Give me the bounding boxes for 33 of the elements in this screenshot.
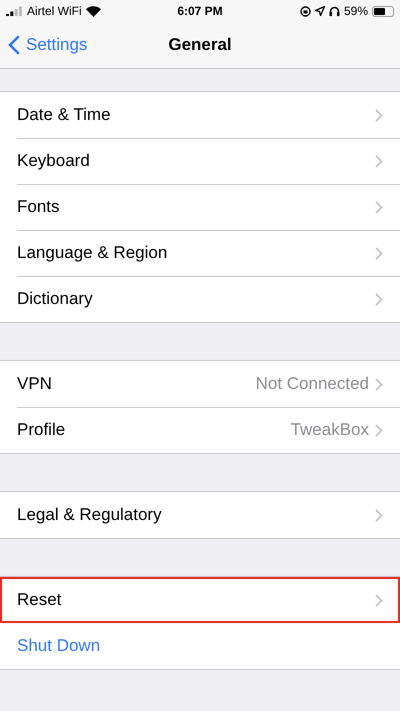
settings-row[interactable]: Date & Time (0, 92, 400, 138)
settings-row[interactable]: VPN Not Connected (0, 361, 400, 407)
settings-row[interactable]: Dictionary (0, 276, 400, 322)
chevron-icon (375, 154, 383, 168)
settings-row[interactable]: Fonts (0, 184, 400, 230)
signal-icon (6, 6, 23, 16)
chevron-icon (375, 378, 383, 390)
chevron-icon (375, 292, 383, 306)
page-title: General (168, 35, 232, 55)
settings-row[interactable]: Language & Region (0, 230, 400, 276)
clock-time: 6:07 PM (177, 4, 223, 18)
chevron-icon (375, 594, 383, 606)
row-value: Not Connected (256, 374, 369, 394)
chevron-icon (375, 108, 383, 122)
back-chevron-icon (8, 35, 20, 55)
chevron-icon (375, 424, 383, 436)
settings-row[interactable]: Keyboard (0, 138, 400, 184)
settings-row[interactable]: Shut Down (0, 623, 400, 669)
battery-percent: 59% (344, 4, 368, 18)
settings-row[interactable]: Reset (0, 577, 400, 623)
chevron-icon (375, 246, 383, 260)
carrier-name: Airtel WiFi (27, 4, 82, 18)
back-button[interactable]: Settings (8, 22, 88, 68)
settings-row[interactable]: Profile TweakBox (0, 407, 400, 453)
headphones-icon (328, 6, 340, 16)
rotation-lock-icon (300, 6, 311, 16)
wifi-icon (86, 6, 101, 16)
row-value: TweakBox (290, 420, 369, 440)
battery-icon (372, 6, 394, 16)
location-icon (314, 6, 325, 16)
chevron-icon (375, 200, 383, 214)
settings-row[interactable]: Legal & Regulatory (0, 492, 400, 538)
chevron-icon (375, 508, 383, 522)
